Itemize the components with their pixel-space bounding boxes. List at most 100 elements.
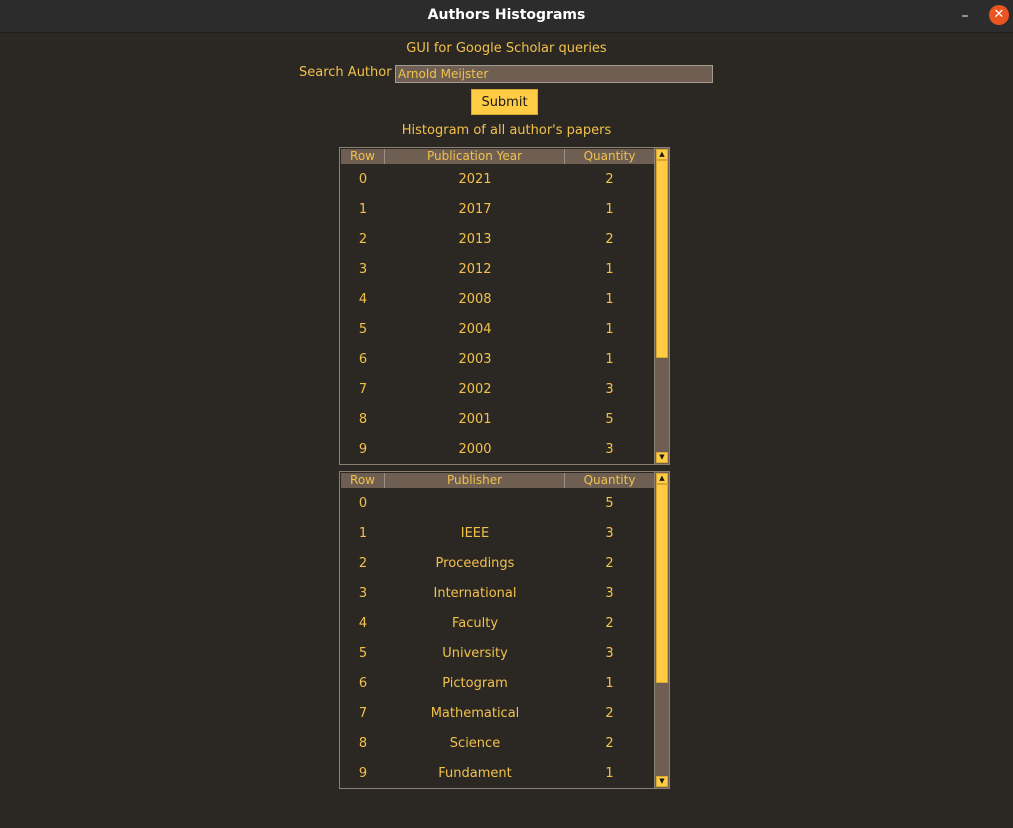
quantity: 3 <box>605 525 614 541</box>
table-row[interactable]: 9 Fundament 1 <box>341 758 654 788</box>
quantity: 2 <box>605 555 614 571</box>
row-index: 1 <box>358 525 368 541</box>
submit-button[interactable]: Submit <box>471 89 538 115</box>
search-author-label: Search Author <box>299 65 392 80</box>
year-table-body: 0 2021 2 1 2017 1 2 2013 2 3 2012 1 4 2008 1 5 2004… <box>341 164 654 464</box>
quantity: 1 <box>605 765 614 781</box>
table-row[interactable]: 6 2003 1 <box>341 344 654 374</box>
publication-year: 2017 <box>458 201 492 217</box>
table-row[interactable]: 5 2004 1 <box>341 314 654 344</box>
row-index: 9 <box>358 765 368 781</box>
publication-year: 2012 <box>458 261 492 277</box>
arrow-down-icon[interactable]: ▼ <box>656 776 668 787</box>
publication-year: 2001 <box>458 411 492 427</box>
row-index: 3 <box>358 585 368 601</box>
publisher: Mathematical <box>430 705 520 721</box>
quantity: 5 <box>605 495 614 511</box>
app-subtitle: GUI for Google Scholar queries <box>406 41 607 56</box>
table-row[interactable]: 3 International 3 <box>341 578 654 608</box>
histogram-label: Histogram of all author's papers <box>401 123 612 138</box>
table-row[interactable]: 6 Pictogram 1 <box>341 668 654 698</box>
row-index: 0 <box>358 495 368 511</box>
scrollbar-thumb[interactable] <box>656 484 668 683</box>
table-row[interactable]: 3 2012 1 <box>341 254 654 284</box>
year-table-scrollbar[interactable]: ▲ ▼ <box>654 148 669 464</box>
row-index: 6 <box>358 351 368 367</box>
close-button[interactable]: ✕ <box>989 5 1009 25</box>
publisher-table-body: 05 1 IEEE 3 2 Proceedings 2 3 International 3 … <box>341 488 654 788</box>
quantity: 1 <box>605 675 614 691</box>
quantity: 1 <box>605 201 614 217</box>
table-row[interactable]: 0 2021 2 <box>341 164 654 194</box>
quantity: 2 <box>605 171 614 187</box>
table-row[interactable]: 7 Mathematical 2 <box>341 698 654 728</box>
table-row[interactable]: 7 2002 3 <box>341 374 654 404</box>
publication-year: 2013 <box>458 231 492 247</box>
publisher: Faculty <box>451 615 499 631</box>
publication-year: 2021 <box>458 171 492 187</box>
quantity: 2 <box>605 735 614 751</box>
publisher: Science <box>449 735 501 751</box>
table-row[interactable]: 5 University 3 <box>341 638 654 668</box>
scrollbar-thumb[interactable] <box>656 160 668 358</box>
publisher: Pictogram <box>442 675 508 691</box>
publication-year: 2004 <box>458 321 492 337</box>
row-index: 2 <box>358 231 368 247</box>
row-index: 5 <box>358 645 368 661</box>
column-header-publication-year[interactable]: Publication Year <box>385 149 565 164</box>
table-row[interactable]: 1 2017 1 <box>341 194 654 224</box>
table-row[interactable]: 9 2000 3 <box>341 434 654 464</box>
publisher-table-scrollbar[interactable]: ▲ ▼ <box>654 472 669 788</box>
row-index: 8 <box>358 411 368 427</box>
publisher: International <box>433 585 517 601</box>
publisher: Fundament <box>438 765 512 781</box>
table-row[interactable]: 2 2013 2 <box>341 224 654 254</box>
column-header-quantity[interactable]: Quantity <box>565 149 654 164</box>
row-index: 5 <box>358 321 368 337</box>
arrow-up-icon[interactable]: ▲ <box>656 473 668 484</box>
quantity: 3 <box>605 645 614 661</box>
column-header-row[interactable]: Row <box>341 473 385 488</box>
table-row[interactable]: 8 2001 5 <box>341 404 654 434</box>
window-title: Authors Histograms <box>427 7 586 23</box>
quantity: 5 <box>605 411 614 427</box>
row-index: 7 <box>358 705 368 721</box>
publication-year: 2003 <box>458 351 492 367</box>
row-index: 2 <box>358 555 368 571</box>
quantity: 3 <box>605 381 614 397</box>
publisher: IEEE <box>460 525 490 541</box>
quantity: 3 <box>605 441 614 457</box>
search-author-input[interactable] <box>395 65 713 83</box>
arrow-up-icon[interactable]: ▲ <box>656 149 668 160</box>
column-header-row[interactable]: Row <box>341 149 385 164</box>
quantity: 1 <box>605 321 614 337</box>
arrow-down-icon[interactable]: ▼ <box>656 452 668 463</box>
row-index: 4 <box>358 291 368 307</box>
column-header-quantity[interactable]: Quantity <box>565 473 654 488</box>
row-index: 8 <box>358 735 368 751</box>
quantity: 2 <box>605 615 614 631</box>
row-index: 0 <box>358 171 368 187</box>
table-row[interactable]: 4 Faculty 2 <box>341 608 654 638</box>
row-index: 3 <box>358 261 368 277</box>
publisher: University <box>442 645 508 661</box>
table-row[interactable]: 8 Science 2 <box>341 728 654 758</box>
publisher: Proceedings <box>435 555 515 571</box>
table-row[interactable]: 05 <box>341 488 654 518</box>
quantity: 1 <box>605 291 614 307</box>
quantity: 2 <box>605 705 614 721</box>
publication-year: 2008 <box>458 291 492 307</box>
column-header-publisher[interactable]: Publisher <box>385 473 565 488</box>
publication-year: 2002 <box>458 381 492 397</box>
publisher-table: Row Publisher Quantity 05 1 IEEE 3 2 Procee… <box>339 471 670 789</box>
table-row[interactable]: 2 Proceedings 2 <box>341 548 654 578</box>
row-index: 6 <box>358 675 368 691</box>
quantity: 2 <box>605 231 614 247</box>
minimize-button[interactable]: – <box>957 8 973 24</box>
table-row[interactable]: 1 IEEE 3 <box>341 518 654 548</box>
row-index: 9 <box>358 441 368 457</box>
row-index: 4 <box>358 615 368 631</box>
quantity: 1 <box>605 261 614 277</box>
row-index: 7 <box>358 381 368 397</box>
table-row[interactable]: 4 2008 1 <box>341 284 654 314</box>
